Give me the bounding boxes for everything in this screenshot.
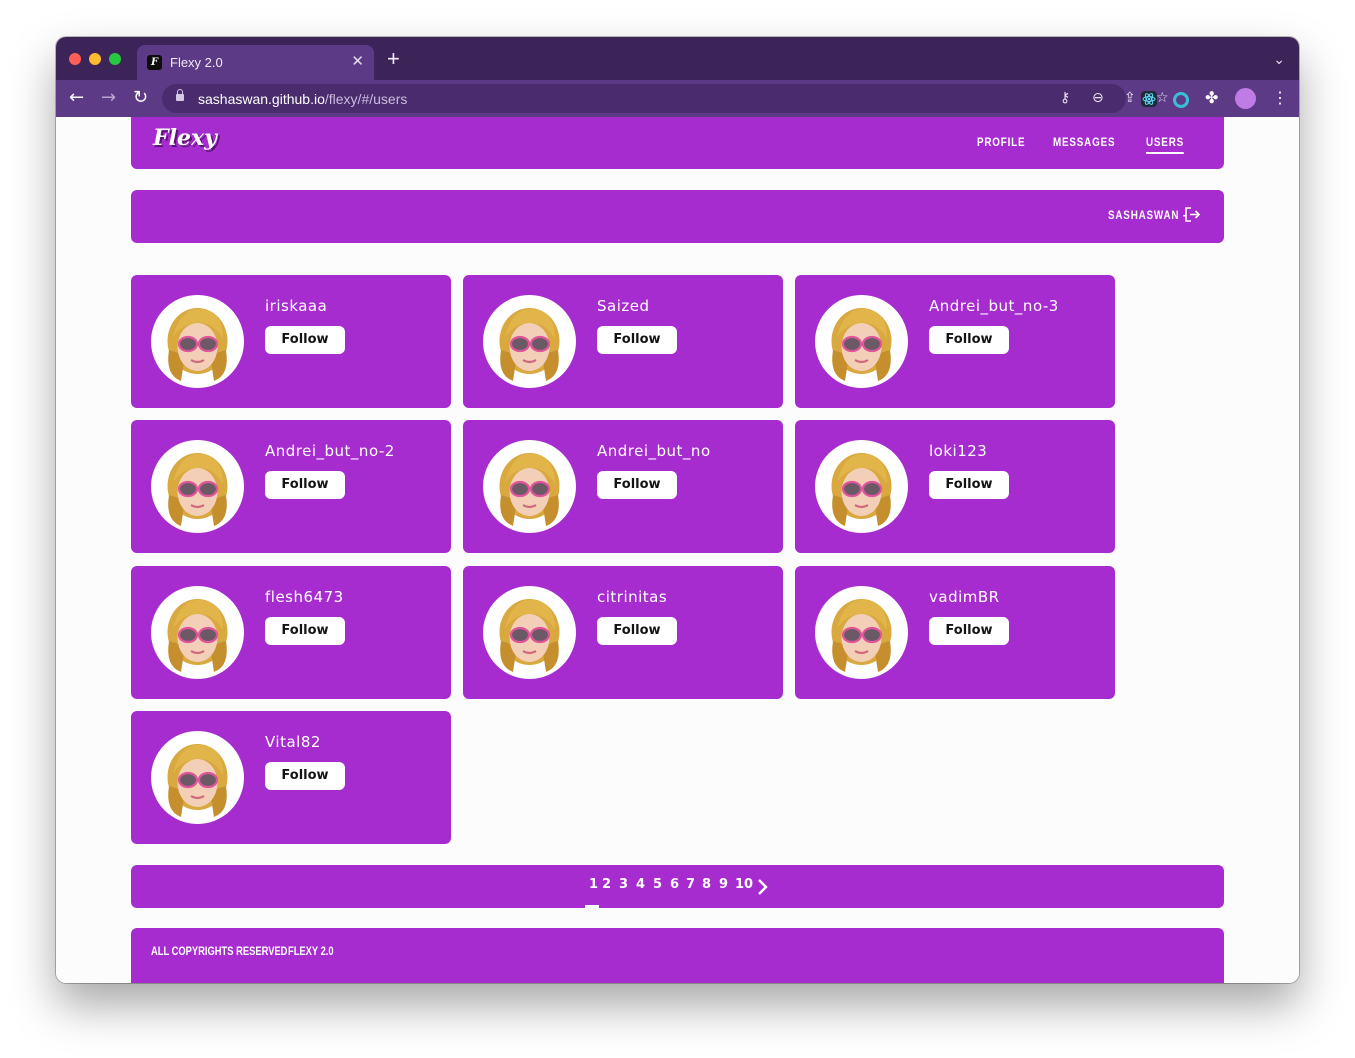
user-avatar[interactable] xyxy=(815,586,908,679)
user-avatar[interactable] xyxy=(483,440,576,533)
user-card: Andrei_but_no-2 Follow xyxy=(131,420,451,553)
user-bar: SASHASWAN - xyxy=(131,190,1224,243)
url-host: sashaswan.github.io xyxy=(198,91,325,107)
follow-button[interactable]: Follow xyxy=(265,762,345,790)
forward-arrow-icon[interactable]: → xyxy=(101,88,116,108)
user-avatar[interactable] xyxy=(815,440,908,533)
user-avatar[interactable] xyxy=(151,295,244,388)
user-name[interactable]: vadimBR xyxy=(929,588,1000,606)
user-name[interactable]: loki123 xyxy=(929,442,987,460)
share-icon[interactable]: ⇪ xyxy=(1124,90,1136,106)
page-number-7[interactable]: 7 xyxy=(686,877,695,892)
user-card: Saized Follow xyxy=(463,275,783,408)
user-avatar[interactable] xyxy=(151,586,244,679)
user-card: iriskaaa Follow xyxy=(131,275,451,408)
user-avatar[interactable] xyxy=(483,295,576,388)
current-page-indicator xyxy=(585,905,599,908)
minimize-window-button[interactable] xyxy=(89,53,101,65)
user-name[interactable]: citrinitas xyxy=(597,588,667,606)
chevron-down-icon[interactable]: ⌄ xyxy=(1273,51,1285,68)
page-number-3[interactable]: 3 xyxy=(619,877,628,892)
back-arrow-icon[interactable]: ← xyxy=(69,88,84,108)
zoom-icon[interactable]: ⊖ xyxy=(1092,90,1104,106)
browser-menu-icon[interactable]: ⋮ xyxy=(1272,88,1288,108)
page-number-1[interactable]: 1 xyxy=(589,877,598,892)
maximize-window-button[interactable] xyxy=(109,53,121,65)
user-name[interactable]: Andrei_but_no-2 xyxy=(265,442,395,460)
copyright-text: ALL COPYRIGHTS RESERVED xyxy=(151,944,288,958)
user-card: flesh6473 Follow xyxy=(131,566,451,699)
tab-title: Flexy 2.0 xyxy=(170,55,223,70)
nav-profile[interactable]: PROFILE xyxy=(977,135,1025,149)
user-card: citrinitas Follow xyxy=(463,566,783,699)
lock-icon[interactable] xyxy=(176,89,184,101)
favicon-icon: F xyxy=(147,55,162,70)
url-text[interactable]: sashaswan.github.io/flexy/#/users xyxy=(198,91,407,107)
follow-button[interactable]: Follow xyxy=(597,471,677,499)
key-icon[interactable]: ⚷ xyxy=(1060,90,1070,106)
active-tab[interactable]: F Flexy 2.0 ✕ xyxy=(137,45,374,80)
follow-button[interactable]: Follow xyxy=(265,471,345,499)
user-name[interactable]: Andrei_but_no-3 xyxy=(929,297,1059,315)
user-card: Andrei_but_no Follow xyxy=(463,420,783,553)
profile-avatar-icon[interactable] xyxy=(1235,88,1256,109)
page-number-6[interactable]: 6 xyxy=(670,877,679,892)
flexy-logo[interactable]: Flexy xyxy=(153,125,217,151)
new-tab-icon[interactable]: + xyxy=(387,48,400,70)
user-name[interactable]: iriskaaa xyxy=(265,297,327,315)
current-username: SASHASWAN - xyxy=(1108,208,1188,222)
reload-icon[interactable]: ↻ xyxy=(133,88,148,108)
page-number-2[interactable]: 2 xyxy=(602,877,611,892)
page-number-8[interactable]: 8 xyxy=(702,877,711,892)
user-avatar[interactable] xyxy=(815,295,908,388)
version-text: FLEXY 2.0 xyxy=(288,944,334,958)
url-path: /flexy/#/users xyxy=(324,91,408,107)
site-footer: ALL COPYRIGHTS RESERVED FLEXY 2.0 xyxy=(131,928,1224,983)
follow-button[interactable]: Follow xyxy=(265,617,345,645)
follow-button[interactable]: Follow xyxy=(929,617,1009,645)
bookmark-star-icon[interactable]: ☆ xyxy=(1156,90,1169,106)
page-number-5[interactable]: 5 xyxy=(653,877,662,892)
browser-window: F Flexy 2.0 ✕ + ⌄ ← → ↻ sashaswan.github… xyxy=(56,37,1299,983)
user-avatar[interactable] xyxy=(151,731,244,824)
user-name[interactable]: Saized xyxy=(597,297,650,315)
extension-ring-icon[interactable] xyxy=(1173,92,1189,108)
close-window-button[interactable] xyxy=(69,53,81,65)
follow-button[interactable]: Follow xyxy=(597,326,677,354)
follow-button[interactable]: Follow xyxy=(265,326,345,354)
user-card: Vital82 Follow xyxy=(131,711,451,844)
user-avatar[interactable] xyxy=(483,586,576,679)
react-devtools-icon[interactable] xyxy=(1141,91,1157,107)
extensions-puzzle-icon[interactable]: ✤ xyxy=(1205,88,1221,107)
user-card: loki123 Follow xyxy=(795,420,1115,553)
page-number-4[interactable]: 4 xyxy=(636,877,645,892)
page-number-10[interactable]: 10 xyxy=(735,877,753,892)
user-card: vadimBR Follow xyxy=(795,566,1115,699)
close-tab-icon[interactable]: ✕ xyxy=(351,53,364,71)
follow-button[interactable]: Follow xyxy=(597,617,677,645)
page-viewport: Flexy PROFILE MESSAGES USERS SASHASWAN -… xyxy=(56,117,1299,983)
next-page-icon[interactable] xyxy=(756,878,768,896)
nav-messages[interactable]: MESSAGES xyxy=(1053,135,1115,149)
address-bar[interactable]: sashaswan.github.io/flexy/#/users ⚷ ⊖ ⇪ … xyxy=(162,84,1169,113)
browser-toolbar: ← → ↻ sashaswan.github.io/flexy/#/users … xyxy=(56,80,1299,117)
user-name[interactable]: flesh6473 xyxy=(265,588,344,606)
user-name[interactable]: Andrei_but_no xyxy=(597,442,711,460)
user-avatar[interactable] xyxy=(151,440,244,533)
page-number-9[interactable]: 9 xyxy=(719,877,728,892)
nav-users[interactable]: USERS xyxy=(1146,135,1185,154)
tab-strip: F Flexy 2.0 ✕ + ⌄ xyxy=(56,37,1299,80)
follow-button[interactable]: Follow xyxy=(929,471,1009,499)
logout-icon[interactable] xyxy=(1184,206,1201,223)
user-card: Andrei_but_no-3 Follow xyxy=(795,275,1115,408)
user-name[interactable]: Vital82 xyxy=(265,733,321,751)
site-header: Flexy PROFILE MESSAGES USERS xyxy=(131,117,1224,169)
follow-button[interactable]: Follow xyxy=(929,326,1009,354)
pagination-bar: 1 2 3 4 5 6 7 8 9 10 xyxy=(131,865,1224,908)
